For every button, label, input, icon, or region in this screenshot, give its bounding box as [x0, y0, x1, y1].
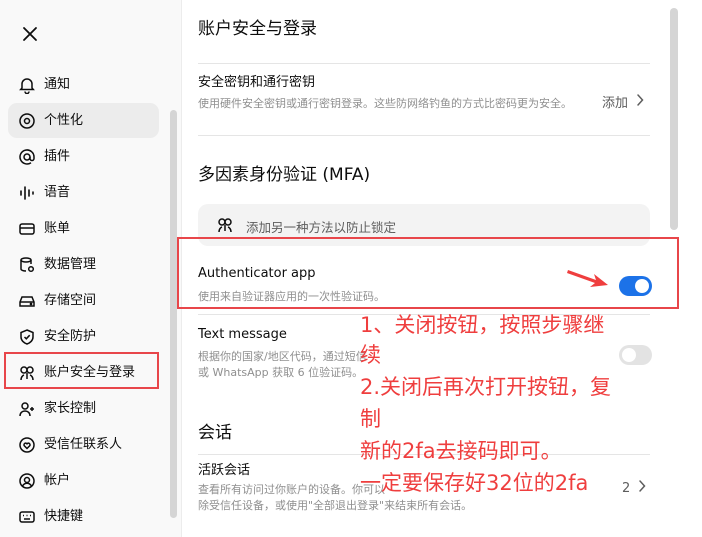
active-sessions-title: 活跃会话 — [198, 463, 251, 478]
sidebar-item-security[interactable]: 安全防护 — [8, 319, 159, 354]
add-passkey-label: 添加 — [602, 96, 629, 111]
settings-dialog: 通知 个性化 插件 语音 账单 数据管理 存储空间 安全防护 账户安全与登录 家… — [0, 0, 702, 537]
card-icon — [18, 220, 36, 238]
keyboard-icon — [18, 508, 36, 526]
sidebar-item-label: 账单 — [44, 221, 71, 236]
content-scrollbar[interactable] — [670, 8, 678, 230]
at-icon — [18, 148, 36, 166]
sidebar-item-label: 通知 — [44, 77, 71, 92]
passkeys-title: 安全密钥和通行密钥 — [198, 75, 316, 90]
sidebar-item-label: 安全防护 — [44, 329, 97, 344]
sidebar-item-personalization[interactable]: 个性化 — [8, 103, 159, 138]
text-message-desc-line2: 或 WhatsApp 获取 6 位验证码。 — [198, 366, 364, 379]
storage-icon — [18, 292, 36, 310]
active-sessions-desc-line2: 除受信任设备，或使用"全部退出登录"来结束所有会话。 — [198, 499, 473, 512]
sidebar-item-account[interactable]: 帐户 — [8, 463, 159, 498]
sidebar-item-label: 帐户 — [44, 473, 71, 488]
sliders-icon — [18, 112, 36, 130]
chevron-right-icon — [636, 93, 644, 110]
annotation-line-3: 2.关闭后再次打开按钮，复 — [360, 375, 612, 399]
sidebar-item-label: 数据管理 — [44, 257, 97, 272]
toggle-knob — [622, 348, 636, 362]
text-message-toggle[interactable] — [619, 345, 652, 365]
divider — [198, 135, 650, 136]
add-passkey-button[interactable]: 添加 — [602, 92, 644, 111]
chevron-right-icon — [638, 480, 646, 496]
contact-heart-icon — [18, 436, 36, 454]
page-title: 账户安全与登录 — [198, 19, 317, 39]
sidebar-item-data-controls[interactable]: 数据管理 — [8, 247, 159, 282]
close-icon[interactable] — [18, 22, 42, 46]
active-sessions-desc-line1: 查看所有访问过你账户的设备。你可以 — [198, 483, 385, 496]
sidebar-item-label: 插件 — [44, 149, 71, 164]
sidebar-item-billing[interactable]: 账单 — [8, 211, 159, 246]
user-circle-icon — [18, 472, 36, 490]
annotation-line-4: 制 — [360, 407, 381, 431]
highlight-box-sidebar — [4, 352, 159, 389]
waveform-icon — [18, 184, 36, 202]
annotation-line-1: 1、关闭按钮，按照步骤继 — [360, 313, 605, 337]
sidebar-item-trusted-contacts[interactable]: 受信任联系人 — [8, 427, 159, 462]
bell-icon — [18, 76, 36, 95]
database-gear-icon — [18, 256, 36, 274]
mfa-heading: 多因素身份验证 (MFA) — [198, 165, 371, 185]
sidebar-item-label: 受信任联系人 — [44, 437, 123, 452]
sidebar-item-label: 家长控制 — [44, 401, 97, 416]
passkeys-desc: 使用硬件安全密钥或通行密钥登录。这些防网络钓鱼的方式比密码更为安全。 — [198, 97, 572, 110]
settings-sidebar: 通知 个性化 插件 语音 账单 数据管理 存储空间 安全防护 账户安全与登录 家… — [0, 0, 182, 537]
person-plus-icon — [18, 400, 36, 418]
sidebar-item-label: 个性化 — [44, 113, 84, 128]
annotation-line-5: 新的2fa去接码即可。 — [360, 439, 562, 463]
annotation-line-2: 续 — [360, 343, 381, 367]
shield-icon — [18, 328, 36, 346]
sidebar-item-label: 快捷键 — [44, 509, 84, 524]
sidebar-item-voice[interactable]: 语音 — [8, 175, 159, 210]
text-message-title: Text message — [198, 327, 287, 342]
annotation-line-6: 一定要保存好32位的2fa — [360, 471, 589, 495]
lock-people-icon — [216, 216, 234, 234]
text-message-desc-line1: 根据你的国家/地区代码，通过短信 — [198, 350, 367, 363]
active-sessions-button[interactable]: 2 — [622, 480, 646, 496]
sidebar-item-label: 语音 — [44, 185, 71, 200]
sessions-heading: 会话 — [198, 423, 232, 443]
red-arrow-icon — [566, 266, 610, 290]
active-sessions-count: 2 — [622, 480, 631, 496]
sidebar-item-plugins[interactable]: 插件 — [8, 139, 159, 174]
sidebar-scrollbar[interactable] — [170, 110, 177, 518]
sidebar-item-shortcuts[interactable]: 快捷键 — [8, 499, 159, 534]
sidebar-item-storage[interactable]: 存储空间 — [8, 283, 159, 318]
divider — [198, 63, 650, 64]
add-mfa-method-label: 添加另一种方法以防止锁定 — [246, 220, 397, 235]
sidebar-item-parental-controls[interactable]: 家长控制 — [8, 391, 159, 426]
sidebar-item-notifications[interactable]: 通知 — [8, 67, 159, 102]
sidebar-item-label: 存储空间 — [44, 293, 97, 308]
